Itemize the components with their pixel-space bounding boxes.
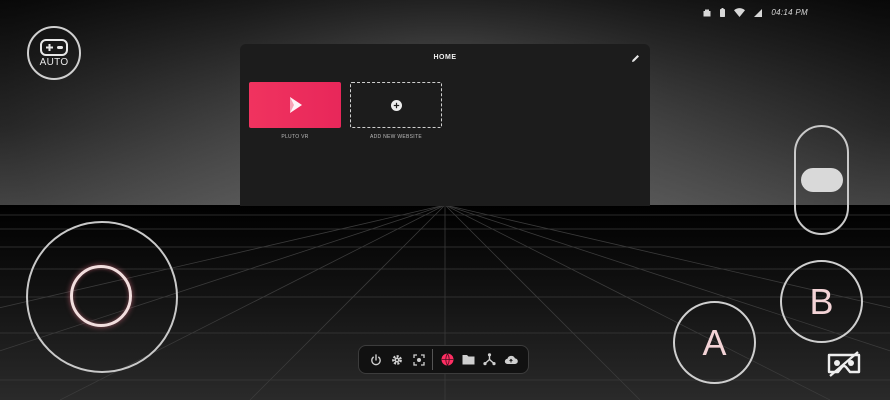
cloud-icon bbox=[505, 355, 519, 365]
tile-label-pluto-vr: PLUTO VR bbox=[281, 134, 309, 140]
power-icon bbox=[370, 353, 381, 365]
wifi-icon bbox=[734, 8, 746, 17]
status-bar: 04:14 PM bbox=[703, 8, 808, 17]
tile-add-new-website[interactable] bbox=[350, 82, 442, 128]
dock-power[interactable] bbox=[365, 349, 386, 371]
dock-recenter[interactable] bbox=[408, 349, 429, 371]
bottom-dock bbox=[358, 345, 529, 374]
recenter-icon bbox=[412, 353, 425, 366]
dock-browser[interactable] bbox=[436, 349, 457, 371]
home-panel: HOME PLUTO VR ADD NEW WEBSITE bbox=[240, 44, 650, 206]
home-title: HOME bbox=[433, 54, 457, 61]
dock-divider bbox=[432, 349, 434, 370]
pencil-icon[interactable] bbox=[631, 54, 640, 63]
dock-settings[interactable] bbox=[386, 349, 407, 371]
dock-share[interactable] bbox=[479, 349, 500, 371]
status-time: 04:14 PM bbox=[771, 8, 808, 17]
tile-pluto-vr[interactable] bbox=[249, 82, 341, 128]
auto-label: AUTO bbox=[39, 56, 69, 68]
gamepad-icon bbox=[40, 38, 68, 56]
auto-gamepad-button[interactable]: AUTO bbox=[27, 26, 81, 80]
play-icon bbox=[290, 97, 302, 113]
settings-icon bbox=[392, 354, 403, 365]
globe-icon bbox=[441, 353, 453, 366]
box-icon bbox=[703, 9, 711, 16]
vr-scene: 04:14 PM AUTO HOME PLUTO VR ADD NEW WEBS… bbox=[0, 0, 890, 400]
a-button[interactable]: A bbox=[673, 301, 756, 384]
dock-cloud[interactable] bbox=[501, 349, 522, 371]
b-button[interactable]: B bbox=[780, 260, 863, 343]
folder-icon bbox=[462, 355, 475, 365]
signal-icon bbox=[754, 8, 763, 17]
battery-icon bbox=[720, 8, 726, 17]
tile-label-add-new-website: ADD NEW WEBSITE bbox=[369, 134, 422, 140]
dock-files[interactable] bbox=[458, 349, 479, 371]
plus-circle-icon bbox=[390, 99, 402, 111]
slider-thumb[interactable] bbox=[801, 168, 843, 192]
joystick-knob[interactable] bbox=[70, 265, 132, 327]
share-icon bbox=[483, 353, 496, 366]
vr-headset-icon[interactable] bbox=[826, 350, 862, 378]
